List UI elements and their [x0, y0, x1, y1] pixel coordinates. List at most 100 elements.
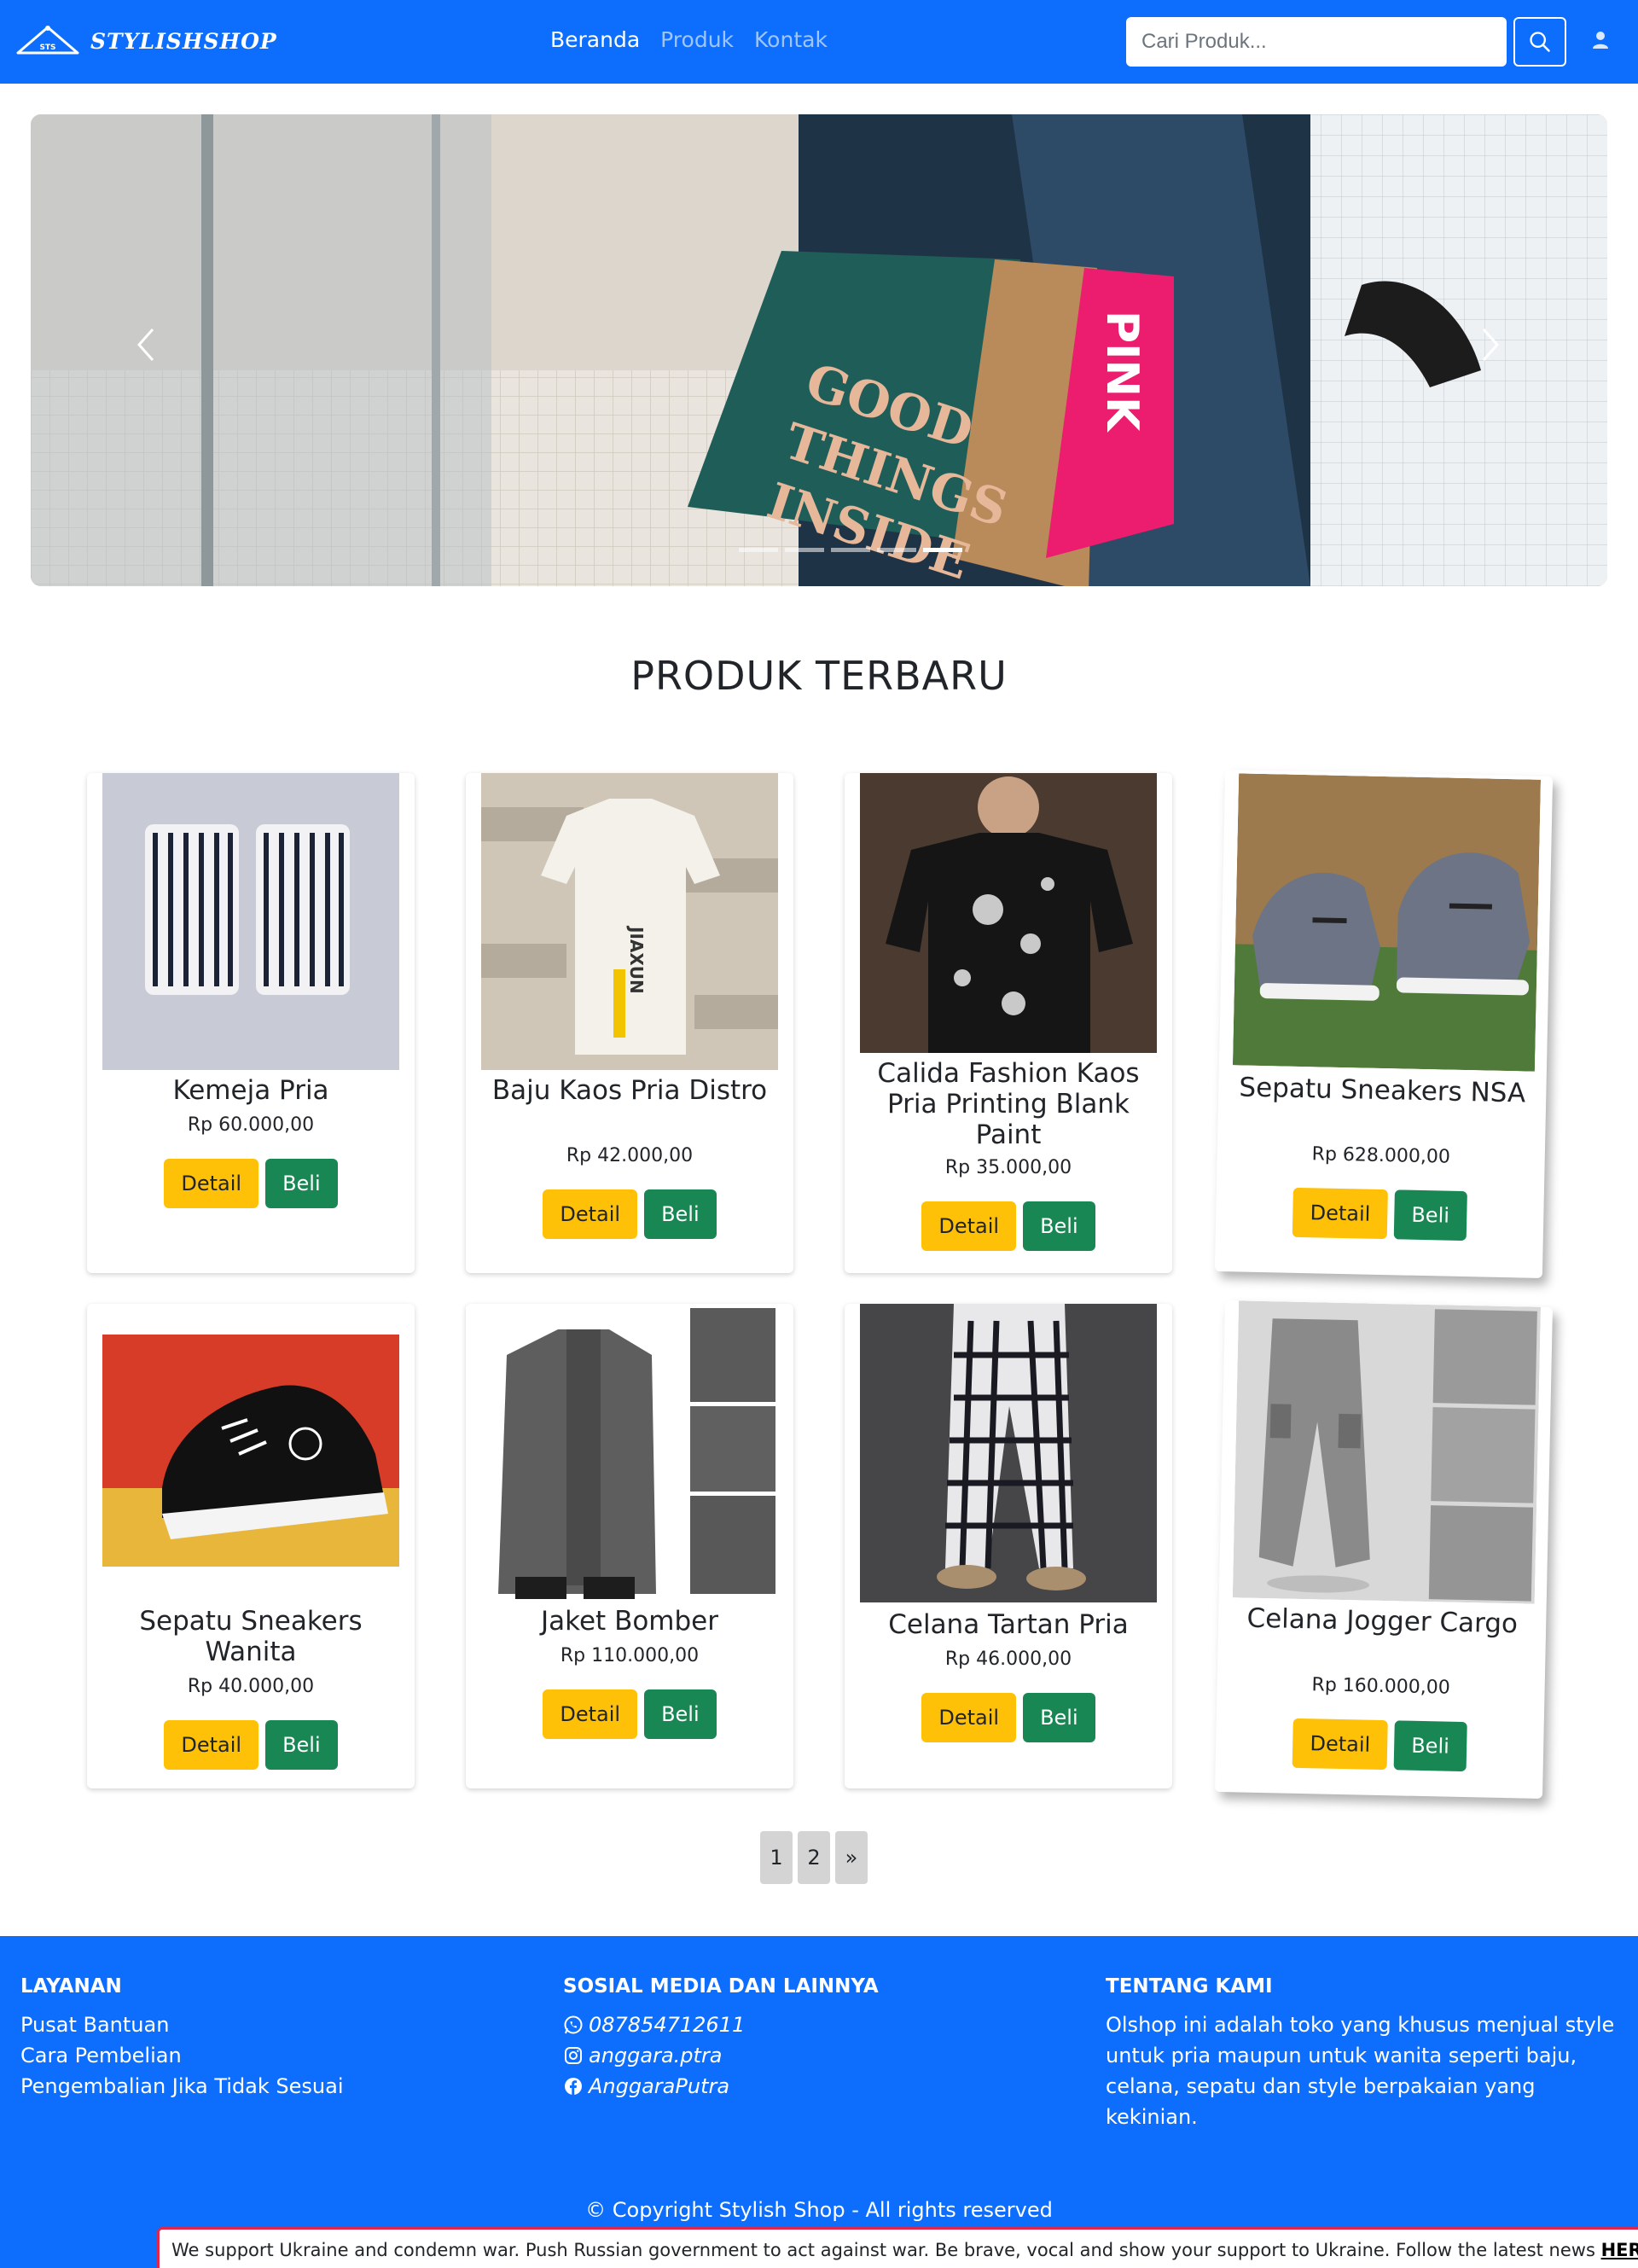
product-actions: Detail Beli	[466, 1189, 793, 1239]
product-actions: Detail Beli	[87, 1159, 415, 1208]
ukraine-support-bar: We support Ukraine and condemn war. Push…	[157, 2227, 1638, 2268]
product-name: Sepatu Sneakers NSA	[1239, 1072, 1526, 1109]
buy-button[interactable]: Beli	[265, 1720, 338, 1770]
footer-about-text: Olshop ini adalah toko yang khusus menju…	[1106, 2013, 1615, 2129]
footer-facebook-text: AnggaraPutra	[589, 2074, 730, 2098]
product-price: Rp 628.000,00	[1311, 1143, 1451, 1168]
ukraine-support-text: We support Ukraine and condemn war. Push…	[171, 2240, 1595, 2260]
product-card: Celana Tartan Pria Rp 46.000,00 Detail B…	[845, 1304, 1172, 1788]
buy-button[interactable]: Beli	[644, 1189, 717, 1239]
copyright: © Copyright Stylish Shop - All rights re…	[585, 2198, 1053, 2222]
detail-button[interactable]: Detail	[164, 1720, 259, 1770]
product-card: JIAXUN Baju Kaos Pria Distro Rp 42.000,0…	[466, 773, 793, 1273]
ukraine-news-link[interactable]: HERE	[1601, 2240, 1638, 2260]
carousel-next-icon[interactable]	[1481, 328, 1500, 362]
carousel-indicator[interactable]	[739, 548, 778, 552]
carousel-indicator[interactable]	[831, 548, 870, 552]
nav-link-beranda[interactable]: Beranda	[550, 27, 640, 52]
product-actions: Detail Beli	[1216, 1717, 1544, 1773]
brand-link[interactable]: STS STYLISHSHOP	[15, 24, 277, 58]
footer-instagram-link[interactable]: anggara.ptra	[563, 2040, 879, 2071]
product-name: Celana Jogger Cargo	[1246, 1602, 1519, 1640]
detail-button[interactable]: Detail	[1292, 1187, 1388, 1240]
footer: LAYANAN Pusat Bantuan Cara Pembelian Pen…	[0, 1936, 1638, 2268]
buy-button[interactable]: Beli	[1393, 1189, 1467, 1242]
nav-link-kontak[interactable]: Kontak	[754, 27, 828, 52]
product-actions: Detail Beli	[466, 1689, 793, 1739]
footer-link[interactable]: Pusat Bantuan	[20, 2009, 344, 2040]
hero-image: GOOD THINGS INSIDE PINK	[31, 114, 1607, 586]
buy-button[interactable]: Beli	[1393, 1720, 1467, 1772]
section-title: PRODUK TERBARU	[630, 653, 1008, 699]
detail-button[interactable]: Detail	[543, 1189, 638, 1239]
product-price: Rp 160.000,00	[1311, 1674, 1450, 1699]
product-card: Sepatu Sneakers Wanita Rp 40.000,00 Deta…	[87, 1304, 415, 1788]
product-price: Rp 60.000,00	[187, 1114, 315, 1136]
product-name: Baju Kaos Pria Distro	[491, 1075, 768, 1106]
footer-whatsapp-text: 087854712611	[589, 2013, 746, 2037]
product-image	[1232, 773, 1542, 1072]
hero-carousel: GOOD THINGS INSIDE PINK	[31, 114, 1607, 586]
nav-link-produk[interactable]: Produk	[660, 27, 734, 52]
whatsapp-icon	[564, 2015, 583, 2034]
page-link-2[interactable]: 2	[798, 1831, 830, 1884]
footer-whatsapp-link[interactable]: 087854712611	[563, 2009, 879, 2040]
product-name: Calida Fashion Kaos Pria Printing Blank …	[877, 1058, 1140, 1150]
carousel-prev-icon[interactable]	[136, 328, 155, 362]
product-card: Jaket Bomber Rp 110.000,00 Detail Beli	[466, 1304, 793, 1788]
detail-button[interactable]: Detail	[164, 1159, 259, 1208]
product-price: Rp 46.000,00	[944, 1649, 1072, 1670]
carousel-indicator-active[interactable]	[923, 548, 962, 552]
buy-button[interactable]: Beli	[1023, 1693, 1095, 1742]
facebook-icon	[565, 2078, 582, 2095]
svg-text:STS: STS	[39, 44, 55, 52]
product-actions: Detail Beli	[845, 1201, 1172, 1251]
product-actions: Detail Beli	[845, 1693, 1172, 1742]
search-button[interactable]	[1513, 17, 1566, 67]
product-card: Kemeja Pria Rp 60.000,00 Detail Beli	[87, 773, 415, 1273]
user-menu[interactable]	[1592, 31, 1609, 53]
product-card: Calida Fashion Kaos Pria Printing Blank …	[845, 773, 1172, 1273]
buy-button[interactable]: Beli	[1023, 1201, 1095, 1251]
nav-links: Beranda Produk Kontak	[550, 27, 828, 52]
product-price: Rp 110.000,00	[560, 1645, 700, 1666]
footer-link[interactable]: Cara Pembelian	[20, 2040, 344, 2071]
footer-link[interactable]: Pengembalian Jika Tidak Sesuai	[20, 2071, 344, 2102]
buy-button[interactable]: Beli	[265, 1159, 338, 1208]
search-input[interactable]	[1126, 17, 1507, 67]
product-image: JIAXUN	[481, 773, 778, 1070]
footer-heading: SOSIAL MEDIA DAN LAINNYA	[563, 1975, 879, 1998]
search-icon	[1530, 32, 1550, 52]
product-image	[1232, 1300, 1541, 1604]
svg-text:JIAXUN: JIAXUN	[626, 925, 647, 994]
carousel-indicator[interactable]	[877, 548, 916, 552]
footer-layanan: LAYANAN Pusat Bantuan Cara Pembelian Pen…	[20, 1975, 344, 2102]
page-link-1[interactable]: 1	[760, 1831, 793, 1884]
footer-tentang: TENTANG KAMI Olshop ini adalah toko yang…	[1106, 1975, 1623, 2132]
product-name: Sepatu Sneakers Wanita	[139, 1606, 363, 1667]
instagram-icon	[565, 2047, 582, 2064]
detail-button[interactable]: Detail	[1292, 1718, 1388, 1771]
hanger-logo-icon: STS	[16, 26, 79, 55]
buy-button[interactable]: Beli	[644, 1689, 717, 1739]
product-image	[102, 773, 399, 1070]
footer-heading: TENTANG KAMI	[1106, 1975, 1273, 1998]
detail-button[interactable]: Detail	[921, 1201, 1017, 1251]
product-actions: Detail Beli	[1216, 1186, 1544, 1242]
product-price: Rp 42.000,00	[566, 1145, 694, 1166]
detail-button[interactable]: Detail	[921, 1693, 1017, 1742]
user-icon	[1593, 32, 1608, 49]
footer-facebook-link[interactable]: AnggaraPutra	[563, 2071, 879, 2102]
page-link-next[interactable]: »	[835, 1831, 868, 1884]
svg-text:PINK: PINK	[1096, 311, 1147, 433]
product-image	[481, 1304, 778, 1599]
product-image	[860, 1304, 1157, 1602]
footer-instagram-text: anggara.ptra	[589, 2044, 723, 2067]
carousel-indicator[interactable]	[785, 548, 824, 552]
brand-name: STYLISHSHOP	[90, 28, 277, 54]
footer-sosial: SOSIAL MEDIA DAN LAINNYA 087854712611 an…	[563, 1975, 879, 2102]
detail-button[interactable]: Detail	[543, 1689, 638, 1739]
product-image	[102, 1335, 399, 1567]
product-price: Rp 40.000,00	[187, 1676, 315, 1697]
navbar: STS STYLISHSHOP Beranda Produk Kontak	[0, 0, 1638, 84]
